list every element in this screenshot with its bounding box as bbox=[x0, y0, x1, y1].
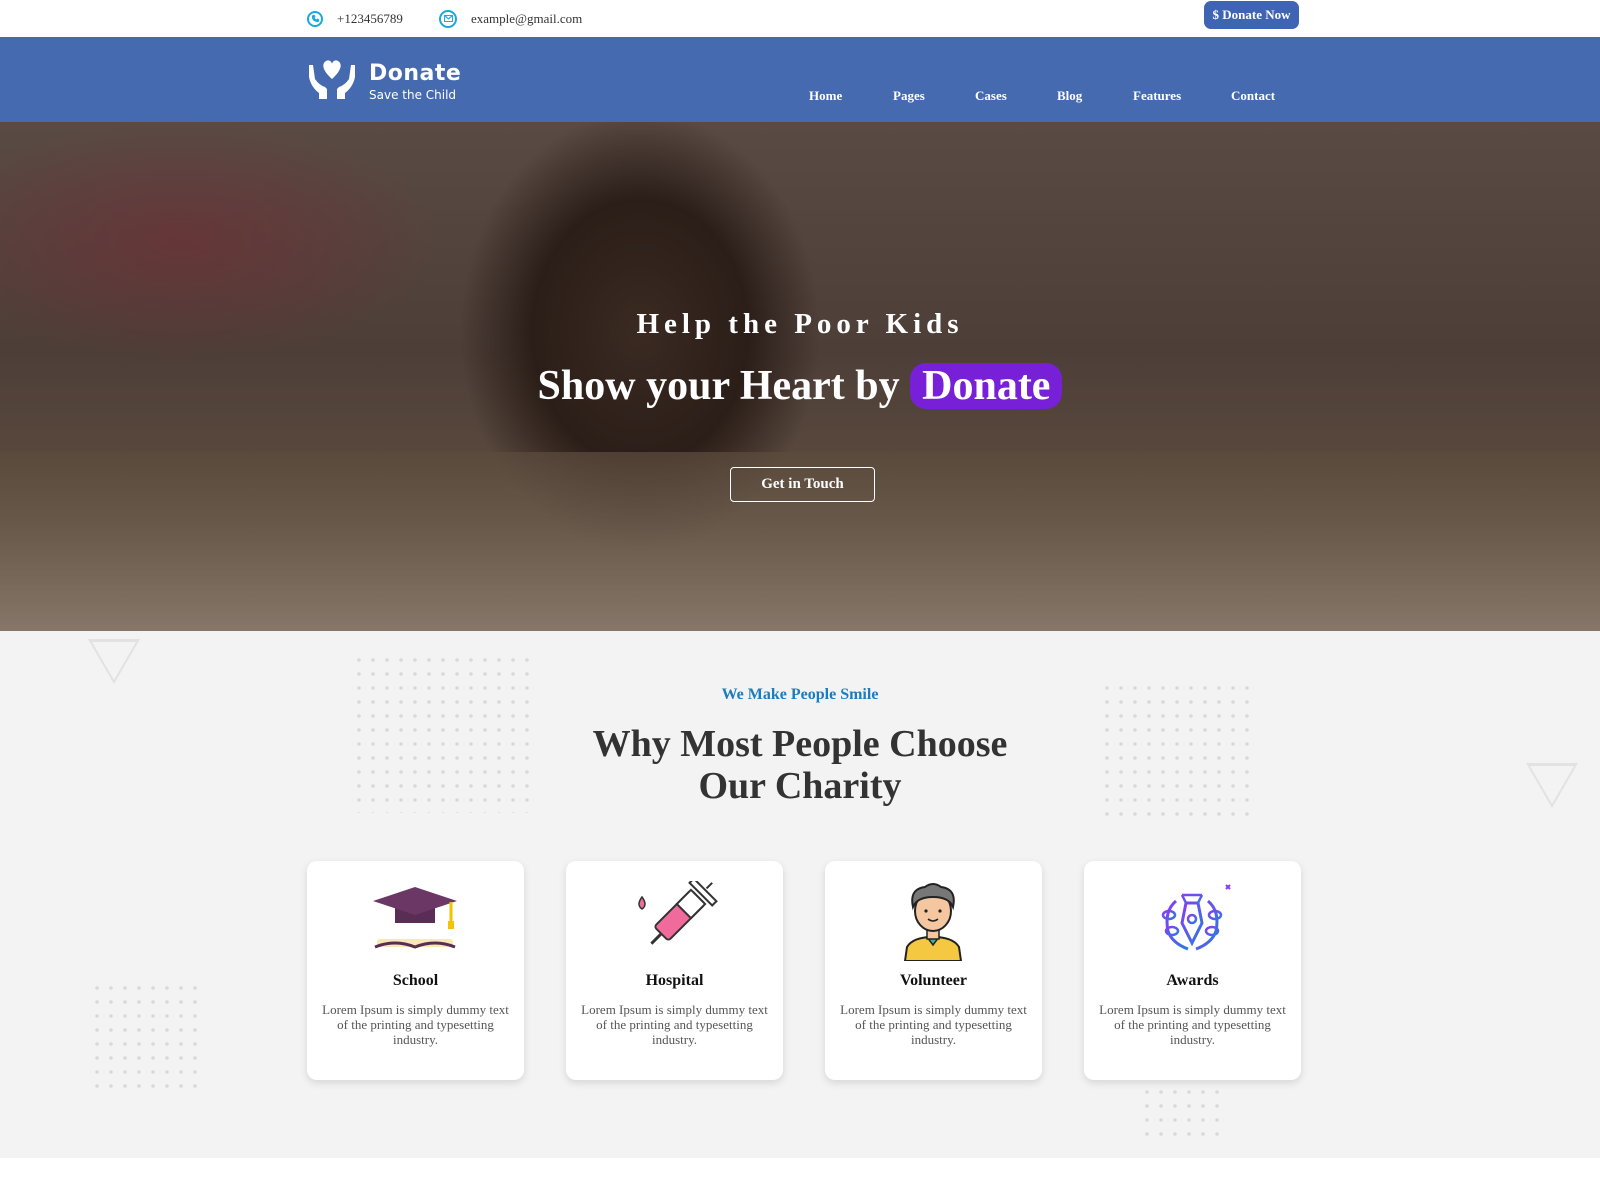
hero-title-highlight: Donate bbox=[910, 363, 1063, 409]
card-title: Volunteer bbox=[900, 972, 967, 989]
section-title-line1: Why Most People Choose bbox=[592, 723, 1008, 765]
card-text: Lorem Ipsum is simply dummy text of the … bbox=[322, 1002, 509, 1047]
nav-item-features[interactable]: Features bbox=[1133, 88, 1181, 104]
hero-title: Show your Heart by Donate bbox=[0, 362, 1600, 410]
nav-item-cases[interactable]: Cases bbox=[975, 88, 1007, 104]
card-title: School bbox=[392, 972, 439, 989]
feature-card-awards[interactable]: Awards Lorem Ipsum is simply dummy text … bbox=[1084, 861, 1301, 1080]
section-title: Why Most People Choose Our Charity bbox=[0, 723, 1600, 807]
heart-hands-icon bbox=[307, 57, 357, 106]
card-title: Hospital bbox=[645, 972, 704, 989]
award-pen-icon bbox=[1142, 881, 1242, 961]
card-title: Awards bbox=[1166, 972, 1219, 989]
feature-card-hospital[interactable]: Hospital Lorem Ipsum is simply dummy tex… bbox=[566, 861, 783, 1080]
feature-card-volunteer[interactable]: Volunteer Lorem Ipsum is simply dummy te… bbox=[825, 861, 1042, 1080]
logo-subtitle: Save the Child bbox=[369, 87, 457, 102]
mail-icon bbox=[439, 9, 457, 28]
why-choose-section: We Make People Smile Why Most People Cho… bbox=[0, 631, 1600, 1158]
graduation-cap-icon bbox=[365, 881, 465, 961]
logo-title: Donate bbox=[369, 60, 462, 86]
email-contact[interactable]: example@gmail.com bbox=[439, 0, 582, 37]
decor-triangle bbox=[88, 639, 140, 684]
card-text: Lorem Ipsum is simply dummy text of the … bbox=[581, 1002, 768, 1047]
page-bottom bbox=[0, 1158, 1600, 1200]
phone-contact[interactable]: +123456789 bbox=[307, 0, 403, 37]
nav-item-contact[interactable]: Contact bbox=[1231, 88, 1275, 104]
site-logo[interactable]: Donate Save the Child bbox=[307, 57, 461, 106]
hero-subtitle: Help the Poor Kids bbox=[636, 308, 964, 340]
top-bar: +123456789 example@gmail.com $ Donate No… bbox=[0, 0, 1600, 37]
donate-now-button[interactable]: $ Donate Now bbox=[1204, 1, 1299, 29]
nav-item-blog[interactable]: Blog bbox=[1057, 88, 1082, 104]
nav-item-pages[interactable]: Pages bbox=[893, 88, 925, 104]
section-tag: We Make People Smile bbox=[721, 686, 879, 703]
feature-card-school[interactable]: School Lorem Ipsum is simply dummy text … bbox=[307, 861, 524, 1080]
main-navbar: Donate Save the Child Home Pages Cases B… bbox=[0, 37, 1600, 122]
volunteer-person-icon bbox=[883, 881, 983, 962]
phone-icon bbox=[307, 10, 323, 27]
syringe-icon bbox=[624, 877, 724, 961]
email-address: example@gmail.com bbox=[471, 10, 583, 26]
nav-item-home[interactable]: Home bbox=[809, 88, 842, 104]
get-in-touch-button[interactable]: Get in Touch bbox=[730, 467, 875, 502]
hero-banner: Help the Poor Kids Show your Heart by Do… bbox=[0, 122, 1600, 631]
decor-dots bbox=[90, 981, 200, 1091]
card-text: Lorem Ipsum is simply dummy text of the … bbox=[1099, 1002, 1286, 1047]
card-text: Lorem Ipsum is simply dummy text of the … bbox=[840, 1002, 1027, 1047]
decor-dots bbox=[1140, 1071, 1220, 1141]
hero-title-prefix: Show your Heart by bbox=[537, 363, 911, 409]
section-title-line2: Our Charity bbox=[698, 765, 902, 807]
phone-number: +123456789 bbox=[337, 10, 403, 26]
